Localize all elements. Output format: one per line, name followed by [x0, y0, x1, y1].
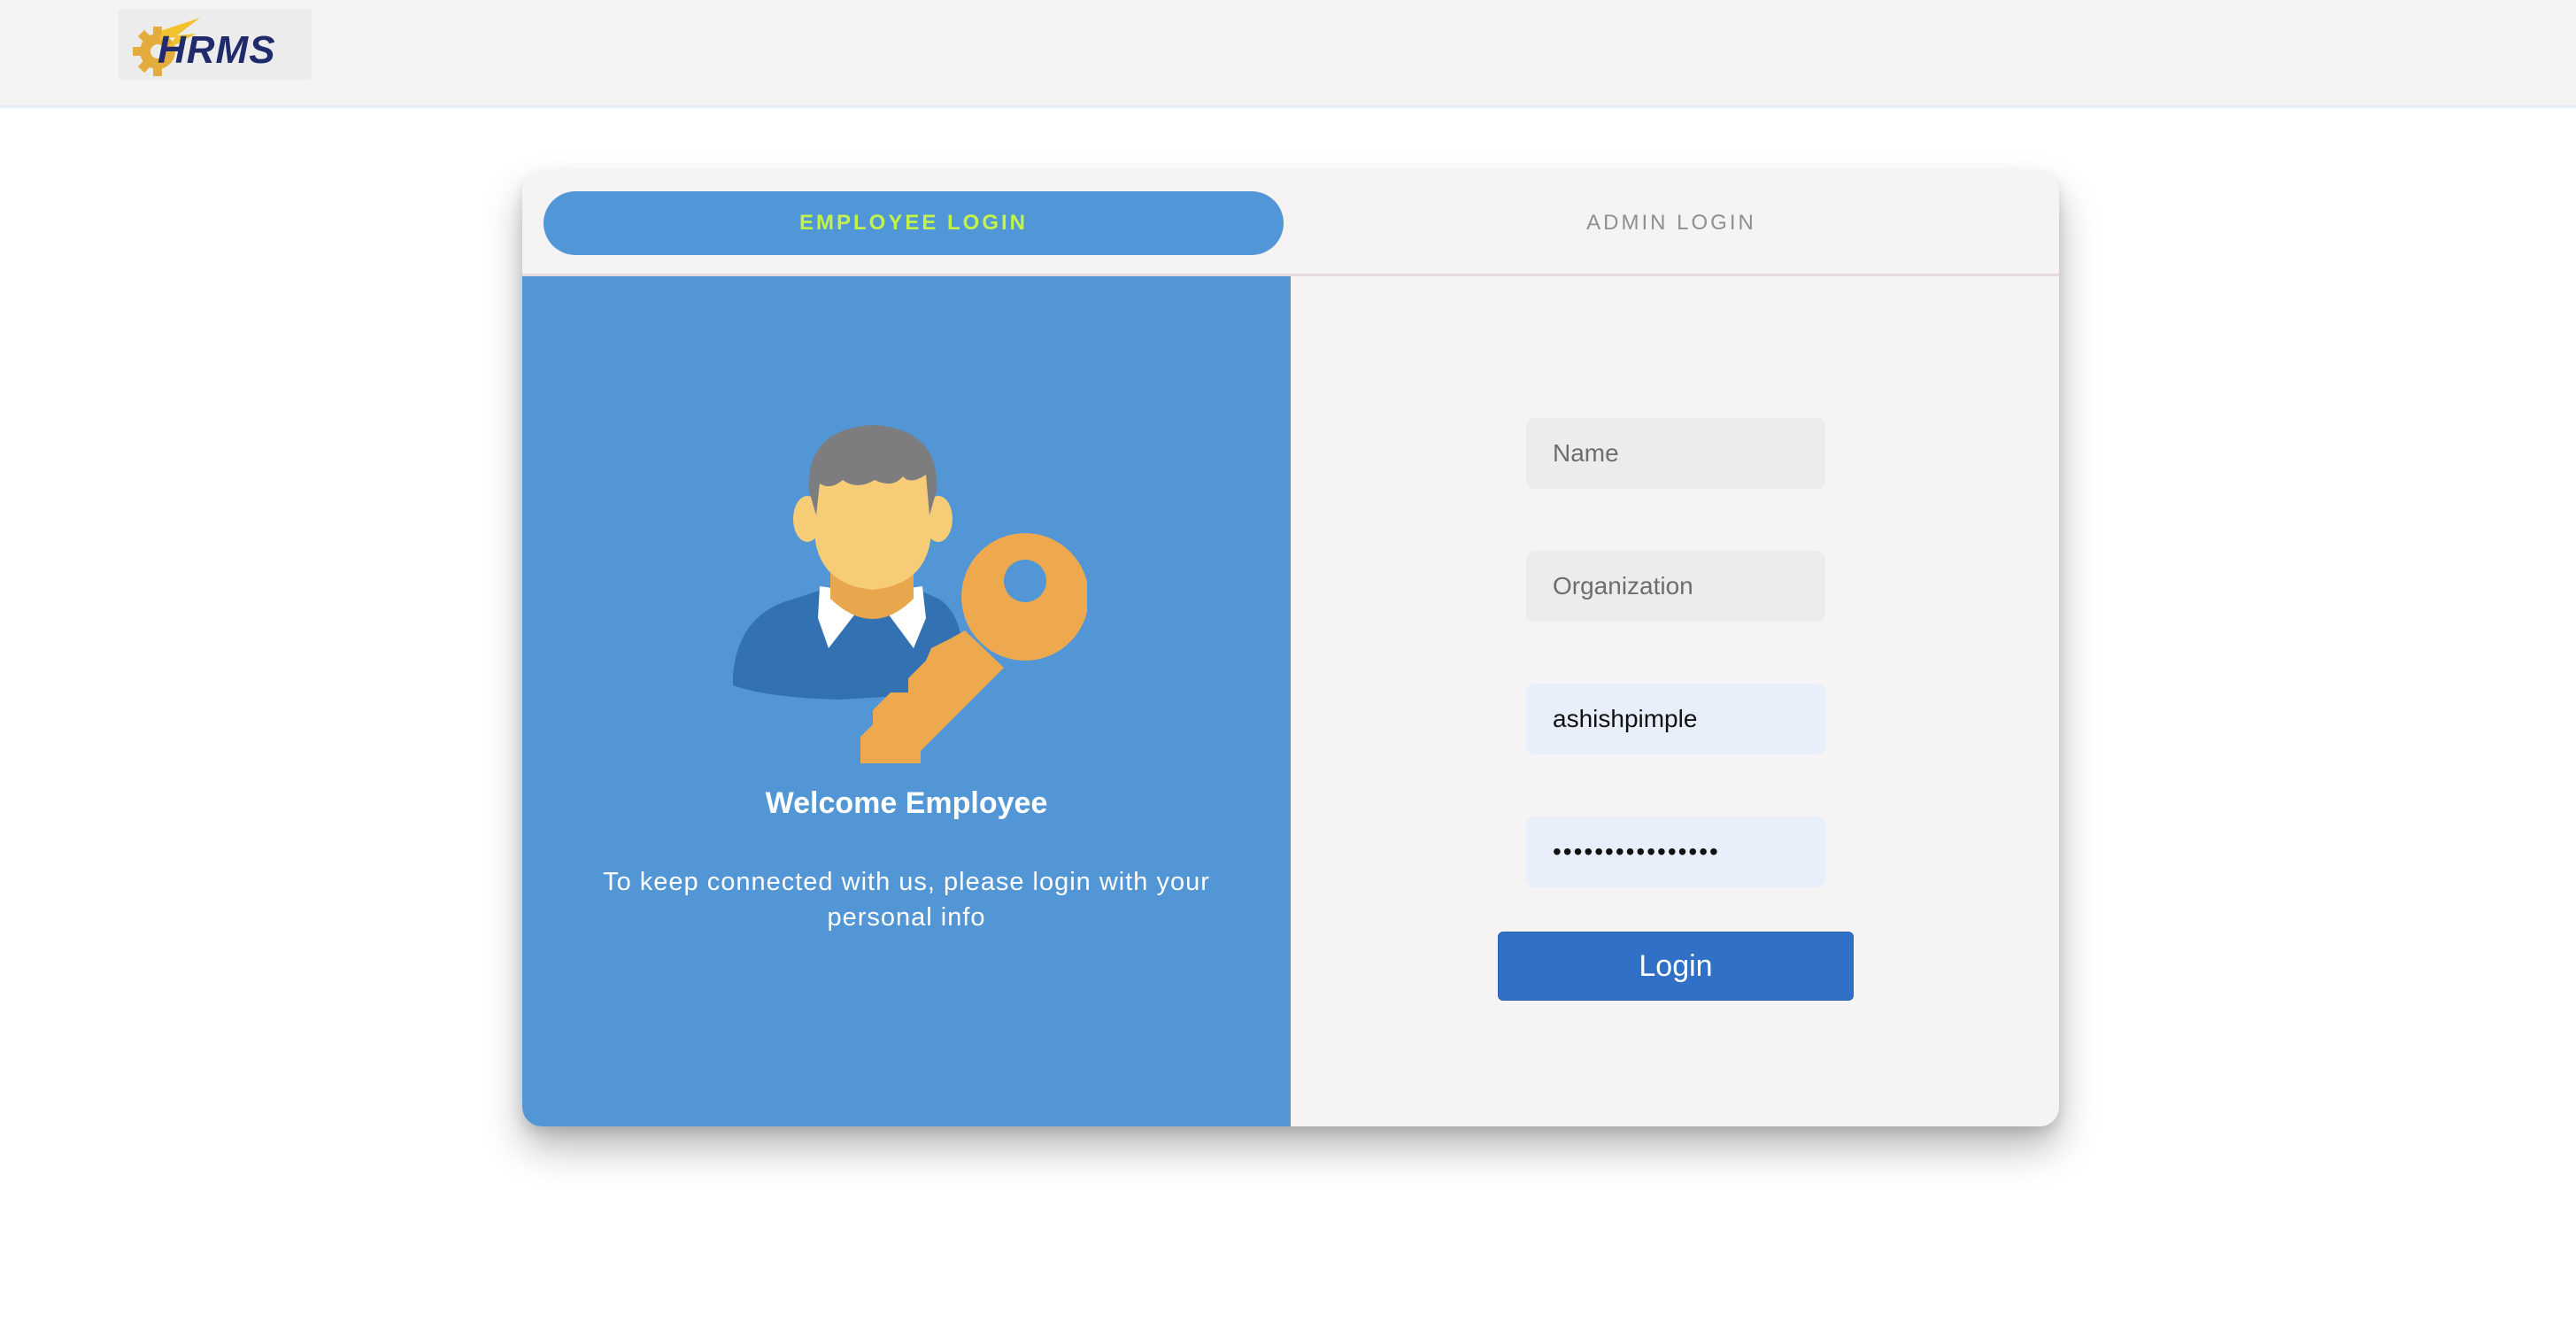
tab-admin-login[interactable]: ADMIN LOGIN [1301, 191, 2041, 255]
username-input[interactable] [1526, 684, 1825, 754]
login-tab-bar: EMPLOYEE LOGIN ADMIN LOGIN [522, 172, 2059, 276]
employee-key-icon [733, 425, 1087, 763]
welcome-panel: Welcome Employee To keep connected with … [522, 276, 1291, 1126]
tab-employee-login[interactable]: EMPLOYEE LOGIN [544, 191, 1284, 255]
welcome-subtitle: To keep connected with us, please login … [603, 868, 1210, 932]
password-input[interactable] [1526, 816, 1825, 887]
name-input[interactable] [1526, 418, 1825, 489]
logo-text: HRMS [158, 28, 276, 72]
hrms-logo[interactable]: HRMS [119, 9, 312, 80]
login-card: EMPLOYEE LOGIN ADMIN LOGIN Welcome Emplo… [522, 172, 2059, 1126]
login-button[interactable]: Login [1498, 932, 1854, 1001]
organization-input[interactable] [1526, 551, 1825, 622]
top-navbar: HRMS [0, 0, 2576, 108]
welcome-title: Welcome Employee [765, 786, 1048, 820]
login-form: Login [1291, 276, 2059, 1126]
